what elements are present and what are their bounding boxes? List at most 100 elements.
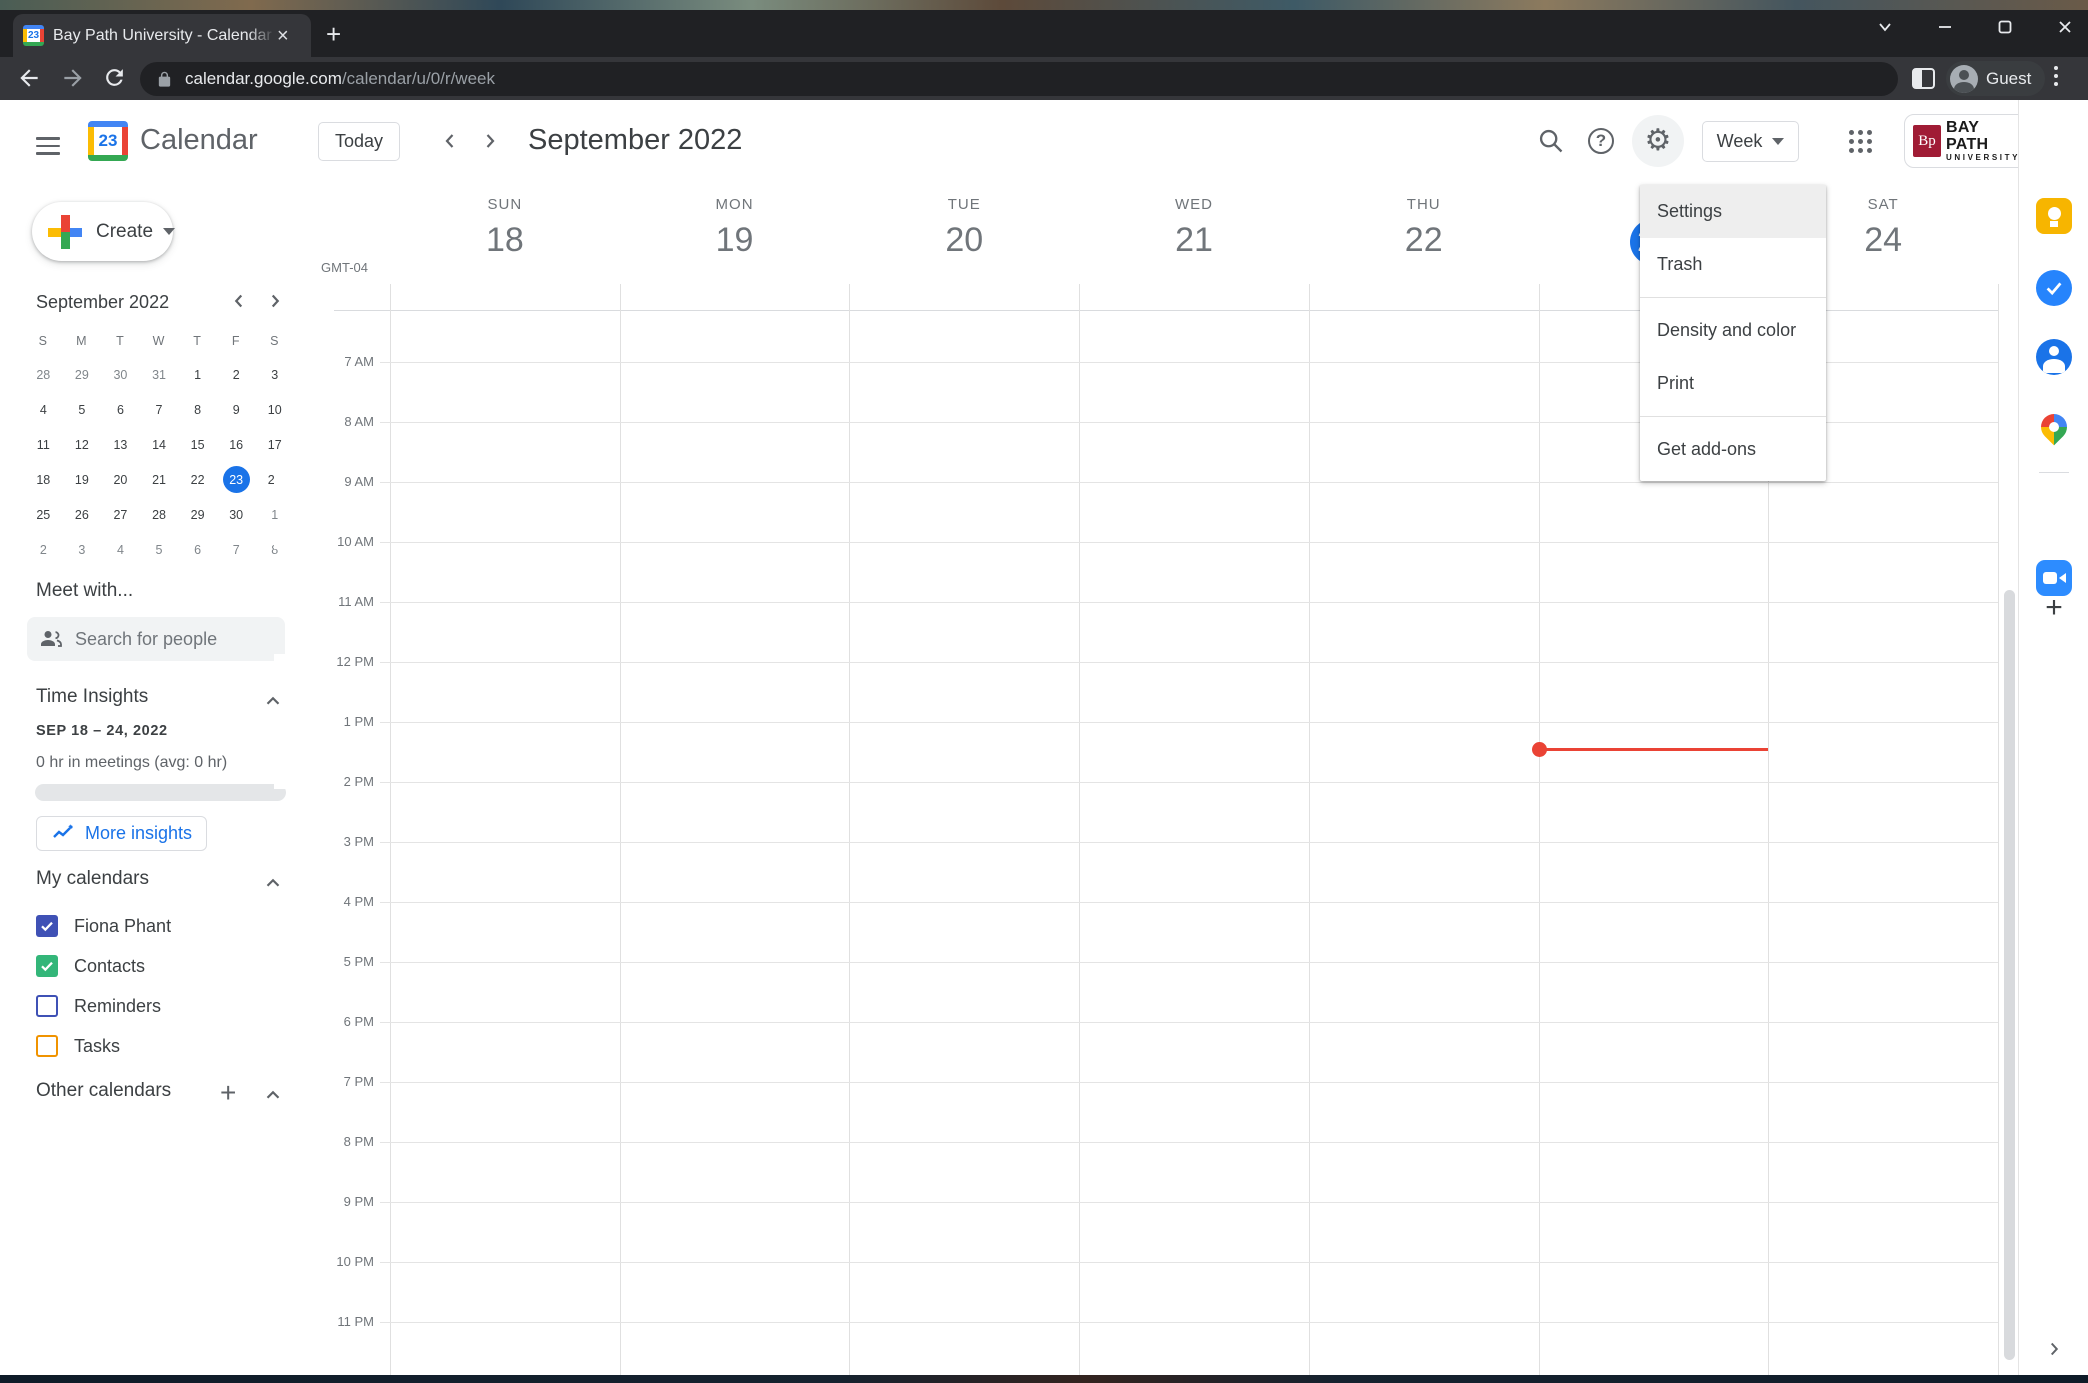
day-header-tue[interactable]: TUE20	[849, 192, 1079, 263]
checkbox-unchecked-icon[interactable]	[36, 995, 58, 1017]
tab-close-icon[interactable]: ×	[277, 26, 289, 46]
calendar-list-item[interactable]: Fiona Phant	[36, 906, 276, 946]
contacts-icon[interactable]	[2036, 339, 2072, 375]
mini-calendar-day[interactable]: 20	[101, 462, 140, 497]
maps-icon[interactable]	[2036, 409, 2072, 445]
menu-item-settings[interactable]: Settings	[1640, 185, 1826, 238]
mini-calendar-day[interactable]: 4	[24, 392, 63, 427]
mini-calendar-day[interactable]: 31	[140, 357, 179, 392]
mini-calendar-day[interactable]: 1	[178, 357, 217, 392]
calendar-list-item[interactable]: Tasks	[36, 1026, 276, 1066]
mini-calendar-day[interactable]: 30	[217, 497, 256, 532]
previous-week-icon[interactable]	[438, 129, 462, 153]
create-button[interactable]: Create	[32, 202, 173, 261]
mini-calendar-day[interactable]: 1	[255, 497, 294, 532]
mini-calendar-day[interactable]: 17	[255, 427, 294, 462]
window-menu-chevron-icon[interactable]	[1876, 18, 1894, 36]
day-number[interactable]: 22	[1309, 217, 1539, 263]
mini-calendar-day[interactable]: 7	[217, 532, 256, 567]
settings-gear-button[interactable]: ⚙	[1632, 115, 1684, 167]
mini-calendar-day[interactable]: 22	[178, 462, 217, 497]
mini-calendar-day[interactable]: 28	[24, 357, 63, 392]
mini-calendar-day[interactable]: 6	[101, 392, 140, 427]
side-panel-add-icon[interactable]: +	[2036, 590, 2072, 626]
day-header-wed[interactable]: WED21	[1079, 192, 1309, 263]
day-header-sun[interactable]: SUN18	[390, 192, 620, 263]
mini-calendar-day[interactable]: 5	[63, 392, 102, 427]
browser-menu-icon[interactable]	[2054, 66, 2058, 90]
main-menu-icon[interactable]	[32, 128, 58, 164]
window-minimize-button[interactable]	[1936, 18, 1954, 36]
tasks-icon[interactable]	[2036, 270, 2072, 306]
mini-calendar-day[interactable]: 29	[178, 497, 217, 532]
mini-calendar-day[interactable]: 23	[217, 462, 256, 497]
side-panel-toggle-icon[interactable]	[1912, 68, 1935, 89]
mini-calendar-day[interactable]: 7	[140, 392, 179, 427]
address-bar[interactable]: calendar.google.com/calendar/u/0/r/week	[140, 62, 1898, 96]
keep-icon[interactable]	[2036, 198, 2072, 234]
menu-item-density-and-color[interactable]: Density and color	[1640, 304, 1826, 357]
side-panel-expand-icon[interactable]	[2043, 1338, 2065, 1360]
mini-calendar-day[interactable]: 30	[101, 357, 140, 392]
checkbox-checked-icon[interactable]	[36, 915, 58, 937]
today-button[interactable]: Today	[318, 122, 400, 161]
mini-calendar-day[interactable]: 27	[101, 497, 140, 532]
day-header-thu[interactable]: THU22	[1309, 192, 1539, 263]
window-maximize-button[interactable]	[1996, 18, 2014, 36]
mini-calendar-day[interactable]: 2	[217, 357, 256, 392]
google-apps-icon[interactable]	[1849, 130, 1872, 153]
new-tab-button[interactable]: +	[326, 21, 341, 47]
calendar-list-item[interactable]: Contacts	[36, 946, 276, 986]
mini-calendar-day[interactable]: 19	[63, 462, 102, 497]
mini-calendar-day[interactable]: 15	[178, 427, 217, 462]
mini-calendar-day[interactable]: 9	[217, 392, 256, 427]
menu-item-get-add-ons[interactable]: Get add-ons	[1640, 423, 1826, 476]
mini-calendar-day[interactable]: 11	[24, 427, 63, 462]
mini-calendar-day[interactable]: 4	[101, 532, 140, 567]
forward-button[interactable]	[60, 65, 86, 91]
mini-calendar-day[interactable]: 18	[24, 462, 63, 497]
mini-calendar-day[interactable]: 26	[63, 497, 102, 532]
mini-calendar-day[interactable]: 13	[101, 427, 140, 462]
search-icon[interactable]	[1537, 127, 1565, 155]
mini-calendar-day[interactable]: 21	[140, 462, 179, 497]
back-button[interactable]	[16, 65, 42, 91]
mini-calendar-day[interactable]: 16	[217, 427, 256, 462]
search-for-people-input[interactable]: Search for people	[27, 617, 285, 661]
calendar-logo-icon[interactable]: 23	[88, 121, 128, 161]
menu-item-print[interactable]: Print	[1640, 357, 1826, 410]
mini-calendar-day[interactable]: 3	[63, 532, 102, 567]
more-insights-button[interactable]: More insights	[36, 816, 207, 851]
day-number[interactable]: 19	[620, 217, 850, 263]
mini-calendar-day[interactable]: 2	[24, 532, 63, 567]
mini-calendar-prev-icon[interactable]	[228, 290, 250, 312]
add-other-calendars-icon[interactable]: +	[220, 1079, 236, 1107]
mini-calendar-day[interactable]: 12	[63, 427, 102, 462]
day-number[interactable]: 20	[849, 217, 1079, 263]
mini-calendar-next-icon[interactable]	[264, 290, 286, 312]
calendar-list-item[interactable]: Reminders	[36, 986, 276, 1026]
next-week-icon[interactable]	[478, 129, 502, 153]
view-selector[interactable]: Week	[1702, 121, 1799, 162]
grid-scrollbar[interactable]	[2004, 590, 2015, 1360]
profile-chip[interactable]: Guest	[1946, 61, 2045, 96]
my-calendars-collapse-icon[interactable]	[262, 872, 284, 894]
mini-calendar-day[interactable]: 5	[140, 532, 179, 567]
browser-tab[interactable]: 23 Bay Path University - Calendar - W ×	[13, 14, 311, 57]
day-number[interactable]: 21	[1079, 217, 1309, 263]
day-header-mon[interactable]: MON19	[620, 192, 850, 263]
mini-calendar-day[interactable]: 6	[178, 532, 217, 567]
mini-calendar-day[interactable]: 8	[178, 392, 217, 427]
mini-calendar-day[interactable]: 29	[63, 357, 102, 392]
mini-calendar-day[interactable]: 28	[140, 497, 179, 532]
window-close-button[interactable]	[2056, 18, 2074, 36]
checkbox-checked-icon[interactable]	[36, 955, 58, 977]
day-number[interactable]: 18	[390, 217, 620, 263]
mini-calendar-day[interactable]: 14	[140, 427, 179, 462]
time-insights-collapse-icon[interactable]	[262, 690, 284, 712]
checkbox-unchecked-icon[interactable]	[36, 1035, 58, 1057]
menu-item-trash[interactable]: Trash	[1640, 238, 1826, 291]
help-icon[interactable]: ?	[1588, 128, 1614, 154]
reload-button[interactable]	[102, 65, 127, 90]
mini-calendar-day[interactable]: 25	[24, 497, 63, 532]
